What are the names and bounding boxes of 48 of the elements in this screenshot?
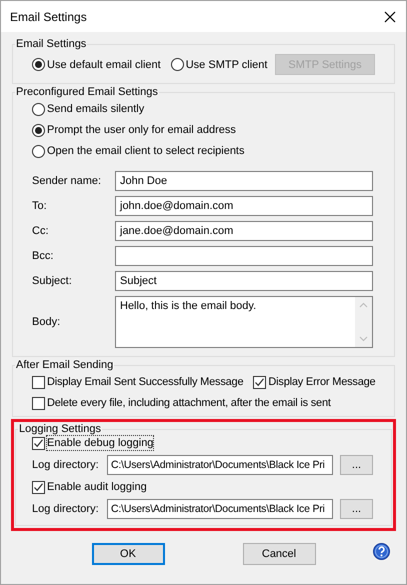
radio-label[interactable]: Open the email client to select recipients	[47, 144, 244, 158]
input-field[interactable]: C:\Users\Administrator\Documents\Black Ice Pri	[107, 499, 333, 519]
help-icon[interactable]	[373, 543, 390, 560]
dialog-button[interactable]: OK	[92, 543, 164, 565]
radio-button[interactable]	[170, 58, 184, 71]
group-title: Email Settings	[15, 37, 88, 51]
field-label: Body:	[32, 315, 62, 329]
body-field[interactable]: Hello, this is the email body.	[115, 296, 373, 348]
dialog-button[interactable]: Cancel	[242, 543, 316, 565]
close-icon[interactable]	[384, 10, 396, 22]
checkbox[interactable]	[32, 396, 45, 410]
window-title: Email Settings	[10, 10, 87, 24]
group-title: Preconfigured Email Settings	[15, 85, 159, 99]
browse-button[interactable]: ...	[340, 455, 373, 475]
checkbox[interactable]	[253, 376, 266, 388]
input-field[interactable]: Subject	[115, 271, 373, 291]
checkbox-label[interactable]: Display Email Sent Successfully Message	[47, 375, 244, 389]
input-field[interactable]: john.doe@domain.com	[115, 196, 373, 216]
field-label: Log directory:	[32, 502, 100, 516]
field-label: To:	[32, 199, 48, 213]
input-field[interactable]: jane.doe@domain.com	[115, 221, 373, 241]
checkbox-label[interactable]: Delete every file, including attachment, after the email is sent	[47, 396, 331, 410]
radio-label[interactable]: Send emails silently	[47, 102, 144, 116]
input-field[interactable]: John Doe	[115, 171, 373, 191]
radio-label[interactable]: Use SMTP client	[186, 58, 268, 72]
checkbox[interactable]	[32, 376, 45, 388]
field-label: Subject:	[32, 274, 73, 288]
radio-label[interactable]: Use default email client	[47, 58, 161, 72]
checkbox[interactable]	[32, 436, 45, 450]
radio-button[interactable]	[32, 102, 45, 116]
input-field[interactable]	[115, 246, 373, 266]
field-label: Cc:	[32, 224, 50, 238]
scroll-bar[interactable]	[355, 297, 372, 347]
checkbox-label[interactable]: Display Error Message	[268, 375, 376, 389]
group-title: After Email Sending	[15, 358, 114, 372]
input-field[interactable]: C:\Users\Administrator\Documents\Black Ice Pri	[107, 455, 333, 475]
radio-button[interactable]	[32, 124, 45, 136]
group-title: Logging Settings	[18, 422, 102, 436]
browse-button[interactable]: ...	[340, 499, 373, 519]
radio-label[interactable]: Prompt the user only for email address	[47, 123, 236, 137]
checkbox-label[interactable]: Enable debug logging	[47, 436, 154, 450]
field-label: Log directory:	[32, 458, 100, 472]
radio-button[interactable]	[32, 144, 45, 158]
checkbox-label[interactable]: Enable audit logging	[47, 480, 147, 494]
field-label: Sender name:	[32, 174, 102, 188]
field-label: Bcc:	[32, 249, 54, 263]
radio-button[interactable]	[32, 58, 45, 71]
checkbox[interactable]	[32, 480, 45, 494]
